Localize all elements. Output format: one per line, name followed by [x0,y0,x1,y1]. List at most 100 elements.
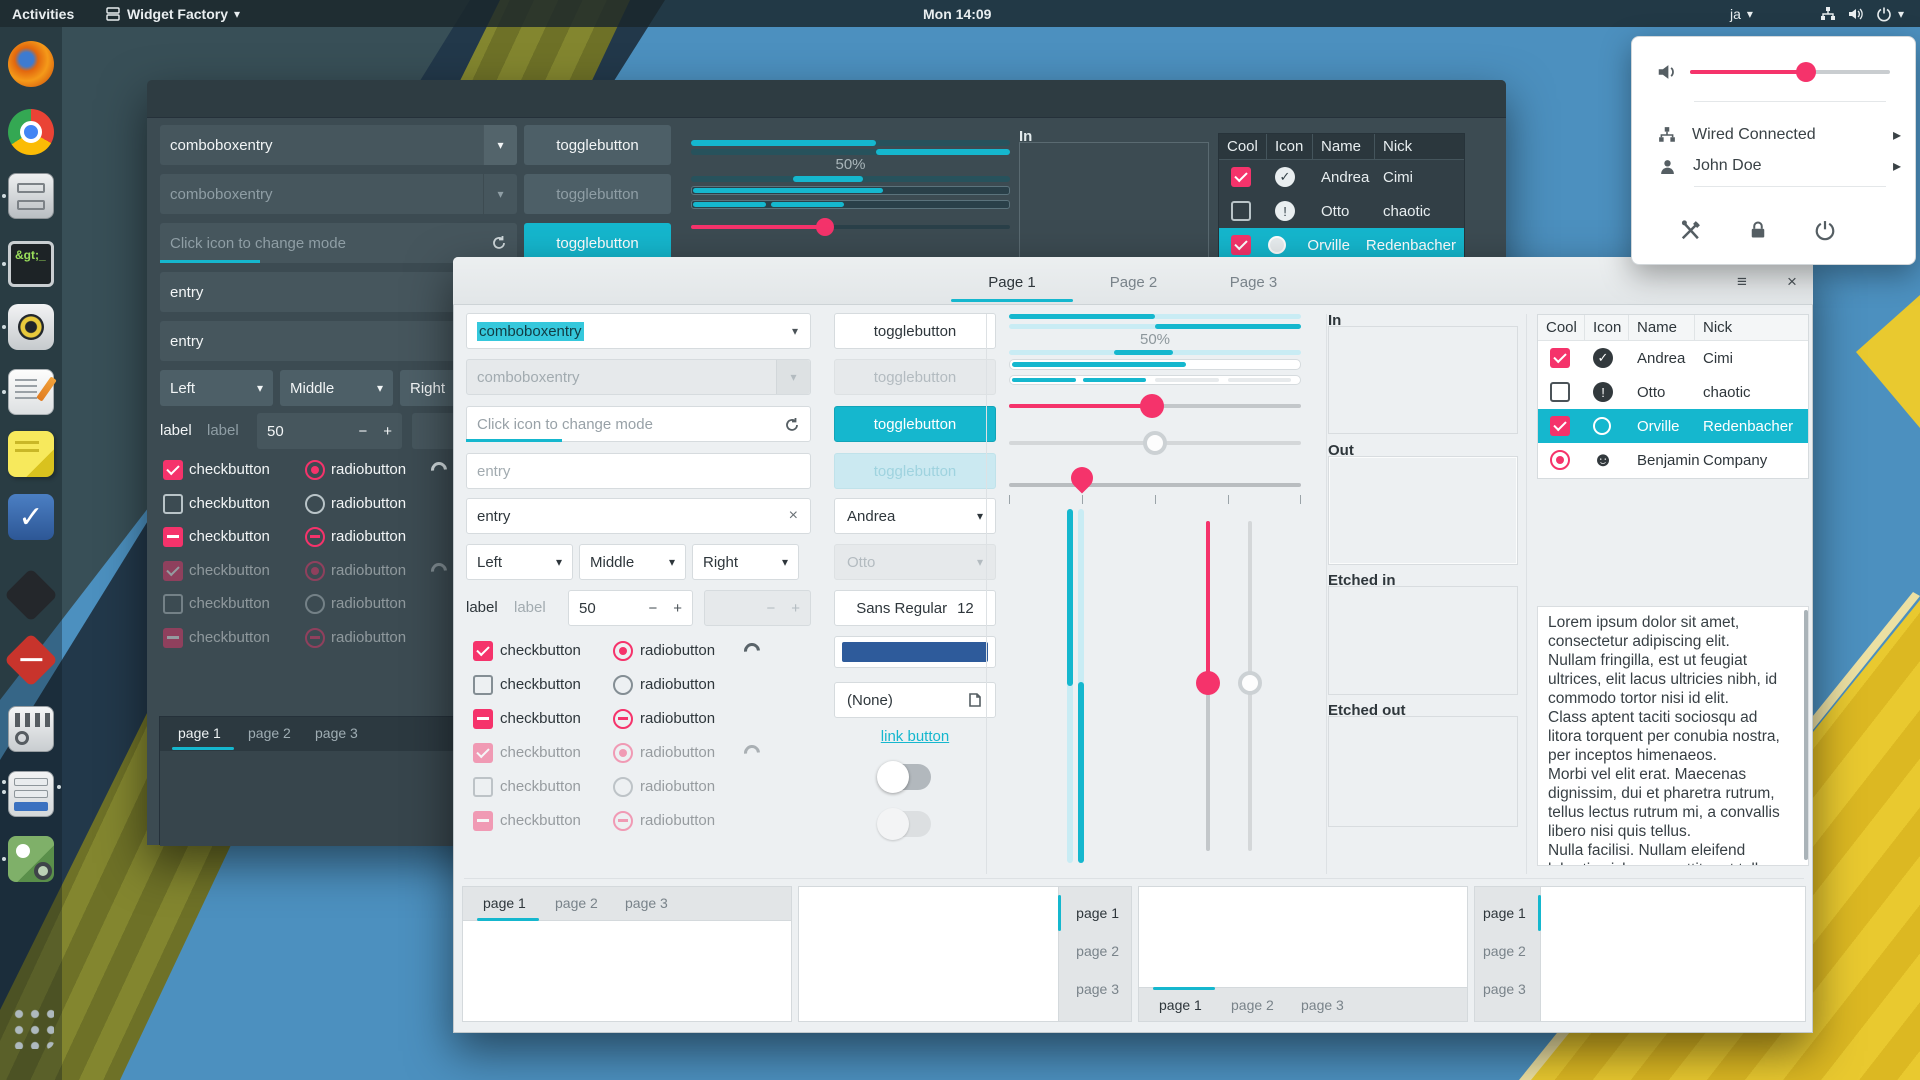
user-menu-item[interactable]: John Doe ▸ [1632,150,1915,182]
nbtab-page3[interactable]: page 3 [1076,981,1119,997]
show-apps-icon[interactable] [8,1003,54,1049]
nbtab-page2[interactable]: page 2 [1076,943,1119,959]
slider-handle[interactable] [816,218,834,236]
radio-selected[interactable] [613,641,633,661]
volume-icon[interactable] [1847,0,1863,27]
nbtab-page1[interactable]: page 1 [1483,905,1526,921]
clock[interactable]: Mon 14:09 [923,0,991,27]
checkbox-indeterminate[interactable] [473,709,493,729]
row-checkbox-checked[interactable] [1231,167,1251,187]
slider-handle-mark[interactable] [1066,462,1097,493]
git-icon[interactable] [4,633,58,687]
row-checkbox-checked[interactable] [1550,348,1570,368]
nbtab-page2[interactable]: page 2 [248,725,291,741]
keyboard-indicator[interactable]: ja▾ [1730,0,1753,27]
togglebutton[interactable]: togglebutton [524,125,671,165]
todo-icon[interactable]: ✓ [8,494,54,540]
link-button[interactable]: link button [834,728,996,746]
checkbox-unchecked[interactable] [163,494,183,514]
clear-icon[interactable]: × [789,507,798,525]
tree-row[interactable]: !Ottochaotic [1219,194,1464,228]
align-combo-middle[interactable]: Middle▾ [280,370,393,406]
vslider[interactable] [1206,521,1210,851]
refresh-icon[interactable] [491,235,507,251]
switch-knob[interactable] [877,761,909,793]
slider[interactable] [1009,404,1301,408]
image-viewer-icon[interactable] [8,836,54,882]
music-player-icon[interactable] [8,304,54,350]
comboboxentry[interactable]: comboboxentry▾ [466,313,811,349]
refresh-icon[interactable] [784,417,800,433]
nbtab-page3[interactable]: page 3 [1483,981,1526,997]
col-name[interactable]: Name [1629,315,1695,340]
tab-page3[interactable]: Page 3 [1196,258,1311,306]
app-menu[interactable]: Widget Factory▾ [105,0,240,27]
nbtab-page1[interactable]: page 1 [1159,997,1202,1013]
nbtab-page1[interactable]: page 1 [178,725,221,741]
nbtab-page3[interactable]: page 3 [625,895,668,911]
radio-selected[interactable] [305,460,325,480]
color-button[interactable] [834,636,996,668]
combo-arrow[interactable]: ▾ [483,125,517,165]
radio-indeterminate[interactable] [305,527,325,547]
file-chooser-button[interactable]: (None) [834,682,996,718]
slider-marks[interactable] [1009,483,1301,487]
nbtab-page2[interactable]: page 2 [555,895,598,911]
activities-button[interactable]: Activities [12,0,74,27]
slider-handle[interactable] [1140,394,1164,418]
checkbox-unchecked[interactable] [473,675,493,695]
col-cool[interactable]: Cool [1538,315,1585,340]
row-radio-selected[interactable] [1550,450,1570,470]
name-combo[interactable]: Andrea▾ [834,498,996,534]
entry-with-clear[interactable]: entry× [466,498,811,534]
switch-off[interactable] [879,764,931,790]
spinbutton[interactable]: 50−+ [568,590,693,626]
files-icon[interactable] [8,173,54,219]
font-button[interactable]: Sans Regular12 [834,590,996,626]
nbtab-page3[interactable]: page 3 [315,725,358,741]
power-off-icon[interactable] [1814,219,1836,241]
togglebutton-active[interactable]: togglebutton [834,406,996,442]
scrollbar[interactable] [1804,610,1808,860]
widget-factory-icon[interactable] [8,771,54,817]
radio-unselected[interactable] [305,494,325,514]
nbtab-page1[interactable]: page 1 [483,895,526,911]
tree-row-selected[interactable]: OrvilleRedenbacher [1538,409,1808,443]
text-editor-icon[interactable] [8,369,54,415]
tab-page1[interactable]: Page 1 [951,258,1073,306]
nbtab-page1[interactable]: page 1 [1076,905,1119,921]
align-combo-middle[interactable]: Middle▾ [579,544,686,580]
row-checkbox-unchecked[interactable] [1231,201,1251,221]
chrome-icon[interactable] [8,109,54,155]
checkbox-indeterminate[interactable] [163,527,183,547]
entry-placeholder[interactable]: entry [466,453,811,489]
radio-unselected[interactable] [613,675,633,695]
togglebutton[interactable]: togglebutton [834,313,996,349]
checkbox-checked[interactable] [163,460,183,480]
spin-minus-icon[interactable]: − [648,600,657,617]
col-nick[interactable]: Nick [1695,315,1808,340]
tweaks-icon[interactable] [8,706,54,752]
comboboxentry[interactable]: comboboxentry▾ [160,125,517,165]
volume-speaker-icon[interactable] [1656,61,1678,83]
align-combo-left[interactable]: Left▾ [466,544,573,580]
slider[interactable] [691,225,1010,229]
tree-row[interactable]: ☻BenjaminCompany [1538,443,1808,477]
nbtab-page2[interactable]: page 2 [1483,943,1526,959]
network-icon[interactable] [1820,0,1836,27]
vslider-handle[interactable] [1196,671,1220,695]
checkbox-checked[interactable] [473,641,493,661]
tab-page2[interactable]: Page 2 [1076,258,1191,306]
mode-entry[interactable]: Click icon to change mode [466,406,811,442]
close-icon[interactable]: × [1772,258,1812,306]
spin-minus-icon[interactable]: − [358,423,367,440]
col-nick[interactable]: Nick [1375,134,1464,159]
nbtab-page3[interactable]: page 3 [1301,997,1344,1013]
align-combo-left[interactable]: Left▾ [160,370,273,406]
align-combo-right[interactable]: Right▾ [692,544,799,580]
row-checkbox-checked[interactable] [1550,416,1570,436]
row-checkbox-checked[interactable] [1231,235,1251,255]
spinbutton[interactable]: 50−+ [257,413,402,449]
volume-handle[interactable] [1796,62,1816,82]
settings-icon[interactable] [1680,219,1702,241]
